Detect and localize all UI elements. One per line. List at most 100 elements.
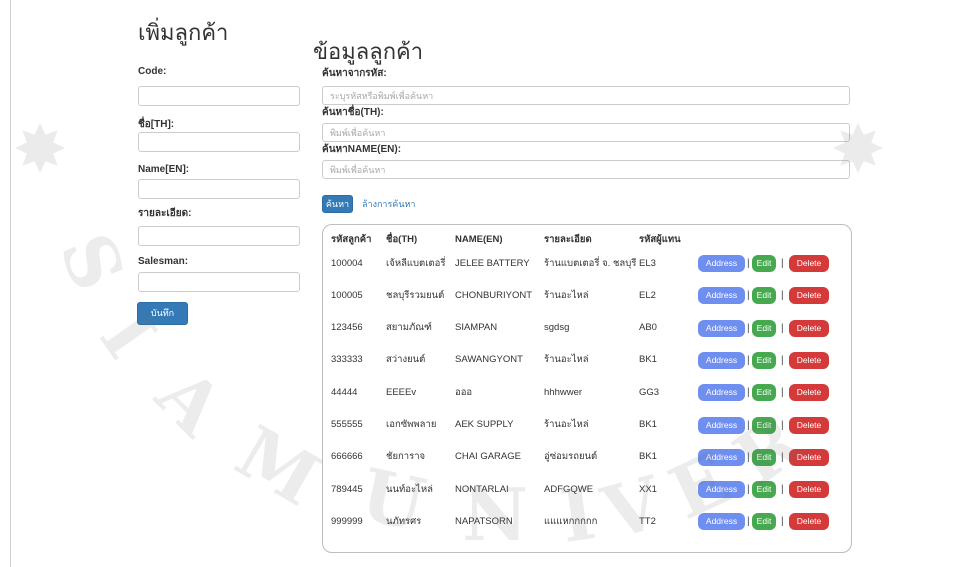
delete-button[interactable]: Delete bbox=[789, 255, 829, 272]
address-button[interactable]: Address bbox=[698, 351, 745, 369]
cell-customer-code: 100005 bbox=[331, 289, 363, 301]
name-en-input[interactable] bbox=[138, 179, 300, 199]
code-label: Code: bbox=[138, 66, 167, 77]
action-separator: | bbox=[747, 354, 750, 366]
delete-button[interactable]: Delete bbox=[789, 287, 829, 305]
cell-customer-code: 789445 bbox=[331, 483, 363, 495]
edit-button[interactable]: Edit bbox=[752, 255, 776, 272]
delete-button[interactable]: Delete bbox=[789, 481, 829, 499]
address-button[interactable]: Address bbox=[698, 319, 745, 337]
table-row: 333333 สว่างยนต์ SAWANGYONT ร้านอะไหล่ BK1 Ad… bbox=[323, 344, 851, 376]
table-row: 789445 นนท์อะไหล่ NONTARLAI ADFGQWE XX1 Addre… bbox=[323, 473, 851, 505]
cell-detail: ร้านแบตเตอรี่ จ. ชลบุรี bbox=[544, 257, 637, 269]
edit-button[interactable]: Edit bbox=[752, 513, 776, 531]
clear-search-link[interactable]: ล้างการค้นหา bbox=[362, 198, 415, 210]
delete-button[interactable]: Delete bbox=[789, 351, 829, 369]
cell-name-th: เอกซัพพลาย bbox=[386, 419, 437, 430]
action-separator: | bbox=[781, 258, 784, 269]
action-separator: | bbox=[747, 387, 750, 399]
cell-salesman-code: AB0 bbox=[639, 322, 657, 334]
cell-detail: ร้านอะไหล่ bbox=[544, 354, 589, 366]
address-button[interactable]: Address bbox=[698, 416, 745, 434]
delete-button[interactable]: Delete bbox=[789, 416, 829, 434]
cell-customer-code: 44444 bbox=[331, 386, 358, 398]
save-button[interactable]: บันทึก bbox=[137, 302, 188, 325]
cell-name-en: อออ bbox=[455, 386, 473, 398]
action-separator: | bbox=[747, 516, 750, 528]
cell-name-en: SIAMPAN bbox=[455, 322, 498, 334]
cell-salesman-code: EL3 bbox=[639, 257, 656, 269]
delete-button[interactable]: Delete bbox=[789, 513, 829, 531]
edit-button[interactable]: Edit bbox=[752, 448, 776, 466]
cell-customer-code: 123456 bbox=[331, 322, 363, 334]
code-input[interactable] bbox=[138, 86, 300, 106]
cell-name-en: CHAI GARAGE bbox=[455, 451, 521, 463]
page-left-border bbox=[10, 0, 11, 567]
cell-name-en: NAPATSORN bbox=[455, 515, 513, 527]
cell-customer-code: 555555 bbox=[331, 419, 363, 430]
address-button[interactable]: Address bbox=[698, 384, 745, 402]
watermark-letter: A bbox=[140, 351, 241, 452]
action-separator: | bbox=[781, 322, 784, 334]
cell-detail: sgdsg bbox=[544, 322, 570, 334]
detail-input[interactable] bbox=[138, 226, 300, 246]
cell-name-en: SAWANGYONT bbox=[455, 354, 523, 366]
action-separator: | bbox=[747, 419, 750, 431]
salesman-input[interactable] bbox=[138, 272, 300, 292]
cell-customer-code: 333333 bbox=[331, 354, 363, 366]
name-th-input[interactable] bbox=[138, 132, 300, 152]
edit-button[interactable]: Edit bbox=[752, 287, 776, 305]
action-separator: | bbox=[747, 290, 750, 302]
search-button[interactable]: ค้นหา bbox=[322, 195, 353, 213]
cell-salesman-code: XX1 bbox=[639, 483, 657, 495]
address-button[interactable]: Address bbox=[698, 481, 745, 499]
cell-name-th: นภัทรศร bbox=[386, 515, 422, 527]
search-code-input[interactable] bbox=[322, 86, 850, 105]
salesman-label: Salesman: bbox=[138, 256, 189, 267]
cell-salesman-code: EL2 bbox=[639, 289, 656, 301]
cell-detail: ADFGQWE bbox=[544, 483, 594, 495]
edit-button[interactable]: Edit bbox=[752, 481, 776, 499]
cell-customer-code: 100004 bbox=[331, 257, 363, 269]
delete-button[interactable]: Delete bbox=[789, 384, 829, 402]
address-button[interactable]: Address bbox=[698, 287, 745, 305]
address-button[interactable]: Address bbox=[698, 513, 745, 531]
edit-button[interactable]: Edit bbox=[752, 319, 776, 337]
action-separator: | bbox=[747, 258, 750, 269]
edit-button[interactable]: Edit bbox=[752, 351, 776, 369]
cell-name-en: AEK SUPPLY bbox=[455, 419, 514, 430]
watermark-letter: M bbox=[222, 408, 335, 523]
cell-name-th: สยามภัณฑ์ bbox=[386, 322, 432, 334]
action-separator: | bbox=[781, 290, 784, 302]
search-name-th-input[interactable] bbox=[322, 123, 850, 142]
cell-name-th: ชัยการาจ bbox=[386, 451, 426, 463]
add-customer-heading: เพิ่มลูกค้า bbox=[138, 20, 229, 45]
action-separator: | bbox=[747, 451, 750, 463]
name-th-label: ชื่อ[TH]: bbox=[138, 119, 175, 130]
star-emblem-icon bbox=[5, 115, 75, 185]
table-row: 555555 เอกซัพพลาย AEK SUPPLY ร้านอะไหล่ BK1 A… bbox=[323, 409, 851, 441]
action-separator: | bbox=[747, 484, 750, 496]
cell-name-th: นนท์อะไหล่ bbox=[386, 483, 433, 495]
cell-name-en: JELEE BATTERY bbox=[455, 257, 530, 269]
customer-data-heading: ข้อมูลลูกค้า bbox=[313, 39, 424, 64]
address-button[interactable]: Address bbox=[698, 255, 745, 272]
customer-table: รหัสลูกค้า ชื่อ(TH) NAME(EN) รายละเอียด … bbox=[322, 224, 852, 553]
action-separator: | bbox=[781, 484, 784, 496]
table-row: 100005 ชลบุรีรวมยนต์ CHONBURIYONT ร้านอะไหล… bbox=[323, 279, 851, 311]
table-row: 44444 EEEEv อออ hhhwwer GG3 Address | Edit | Dele… bbox=[323, 376, 851, 408]
edit-button[interactable]: Edit bbox=[752, 416, 776, 434]
action-separator: | bbox=[781, 354, 784, 366]
name-en-label: Name[EN]: bbox=[138, 164, 190, 175]
delete-button[interactable]: Delete bbox=[789, 448, 829, 466]
edit-button[interactable]: Edit bbox=[752, 384, 776, 402]
delete-button[interactable]: Delete bbox=[789, 319, 829, 337]
cell-name-th: สว่างยนต์ bbox=[386, 354, 426, 366]
address-button[interactable]: Address bbox=[698, 448, 745, 466]
cell-detail: อู่ซ่อมรถยนต์ bbox=[544, 451, 598, 463]
cell-customer-code: 666666 bbox=[331, 451, 363, 463]
cell-salesman-code: TT2 bbox=[639, 515, 656, 527]
cell-name-en: NONTARLAI bbox=[455, 483, 509, 495]
search-name-th-label: ค้นหาชื่อ(TH): bbox=[322, 107, 384, 118]
search-name-en-input[interactable] bbox=[322, 160, 850, 179]
